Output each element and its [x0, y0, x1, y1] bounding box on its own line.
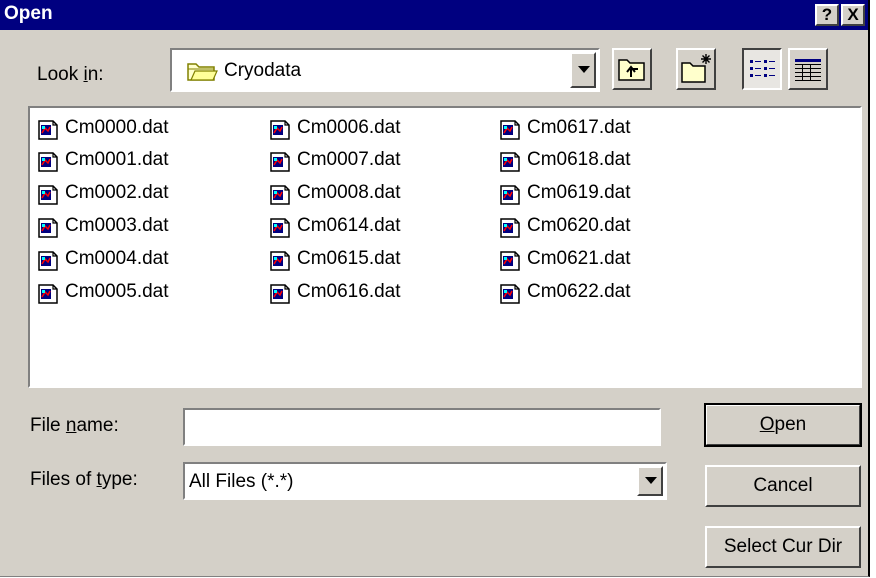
- file-name-text: Cm0614.dat: [297, 215, 401, 236]
- file-name-text: Cm0004.dat: [65, 248, 169, 269]
- file-name-text: Cm0008.dat: [297, 182, 401, 203]
- list-view-button[interactable]: [742, 48, 782, 90]
- data-file-icon: [36, 250, 60, 272]
- details-view-icon: [795, 59, 821, 81]
- file-name-text: Cm0615.dat: [297, 248, 401, 269]
- file-name-text: Cm0619.dat: [527, 182, 631, 203]
- data-file-icon: [268, 184, 292, 206]
- data-file-icon: [498, 151, 522, 173]
- file-name-input[interactable]: [183, 408, 661, 446]
- file-name-text: Cm0617.dat: [527, 117, 631, 138]
- title-bar[interactable]: Open ? X: [0, 0, 868, 30]
- open-dialog: Open ? X Look in: Cryodata Cm0000.dat Cm…: [0, 0, 870, 577]
- look-in-combo[interactable]: Cryodata: [170, 48, 600, 92]
- file-name-text: Cm0005.dat: [65, 281, 169, 302]
- file-name-text: Cm0621.dat: [527, 248, 631, 269]
- data-file-icon: [36, 217, 60, 239]
- create-new-folder-button[interactable]: [676, 48, 716, 90]
- file-name-label: File name:: [30, 415, 119, 436]
- data-file-icon: [268, 119, 292, 141]
- file-name-text: Cm0616.dat: [297, 281, 401, 302]
- look-in-value: Cryodata: [224, 60, 302, 81]
- open-button[interactable]: Open: [704, 403, 862, 447]
- data-file-icon: [498, 119, 522, 141]
- data-file-icon: [36, 184, 60, 206]
- files-of-type-dropdown-button[interactable]: [637, 466, 663, 496]
- data-file-icon: [268, 217, 292, 239]
- data-file-icon: [498, 250, 522, 272]
- data-file-icon: [268, 151, 292, 173]
- close-button[interactable]: X: [841, 4, 865, 26]
- data-file-icon: [498, 217, 522, 239]
- files-of-type-label: Files of type:: [30, 469, 138, 490]
- data-file-icon: [498, 184, 522, 206]
- data-file-icon: [498, 283, 522, 305]
- data-file-icon: [268, 250, 292, 272]
- files-of-type-value: All Files (*.*): [189, 471, 294, 492]
- data-file-icon: [36, 151, 60, 173]
- look-in-label: Look in:: [37, 64, 104, 85]
- data-file-icon: [36, 119, 60, 141]
- new-folder-icon: [681, 54, 711, 83]
- folder-icon: [187, 63, 218, 81]
- file-name-text: Cm0003.dat: [65, 215, 169, 236]
- files-of-type-combo[interactable]: All Files (*.*): [183, 462, 667, 500]
- up-folder-icon: [618, 59, 645, 81]
- cancel-button[interactable]: Cancel: [705, 465, 861, 507]
- help-button[interactable]: ?: [815, 4, 839, 26]
- file-name-text: Cm0007.dat: [297, 149, 401, 170]
- chevron-down-icon: [645, 477, 657, 484]
- details-view-button[interactable]: [788, 48, 828, 90]
- file-name-text: Cm0006.dat: [297, 117, 401, 138]
- file-name-text: Cm0000.dat: [65, 117, 169, 138]
- data-file-icon: [268, 283, 292, 305]
- file-name-text: Cm0620.dat: [527, 215, 631, 236]
- file-name-text: Cm0002.dat: [65, 182, 169, 203]
- select-cur-dir-button[interactable]: Select Cur Dir: [705, 526, 861, 568]
- file-name-text: Cm0001.dat: [65, 149, 169, 170]
- file-name-text: Cm0618.dat: [527, 149, 631, 170]
- list-view-icon: [750, 60, 775, 77]
- chevron-down-icon: [578, 66, 590, 73]
- up-one-level-button[interactable]: [612, 48, 652, 90]
- data-file-icon: [36, 283, 60, 305]
- look-in-dropdown-button[interactable]: [570, 52, 596, 88]
- dialog-title: Open: [4, 3, 53, 24]
- file-list[interactable]: Cm0000.dat Cm0001.dat Cm0002.dat Cm0003.dat…: [28, 106, 862, 388]
- file-name-text: Cm0622.dat: [527, 281, 631, 302]
